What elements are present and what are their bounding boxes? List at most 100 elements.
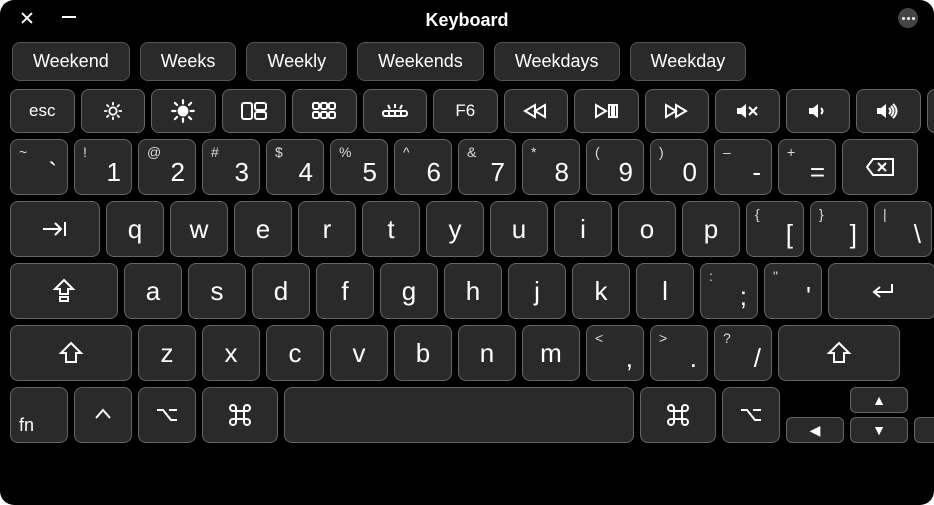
- j-key[interactable]: j: [508, 263, 566, 319]
- backspace-key[interactable]: [842, 139, 918, 195]
- caps-lock-key[interactable]: [10, 263, 118, 319]
- quote-key[interactable]: "': [764, 263, 822, 319]
- v-key[interactable]: v: [330, 325, 388, 381]
- left-shift-key[interactable]: [10, 325, 132, 381]
- fast-forward-key[interactable]: [645, 89, 710, 133]
- suggestion-item[interactable]: Weekends: [357, 42, 484, 81]
- launchpad-icon: [312, 102, 336, 120]
- x-key[interactable]: x: [202, 325, 260, 381]
- slash-key[interactable]: ?/: [714, 325, 772, 381]
- 5-key[interactable]: %5: [330, 139, 388, 195]
- mute-key[interactable]: [715, 89, 780, 133]
- right-bracket-key[interactable]: }]: [810, 201, 868, 257]
- n-key[interactable]: n: [458, 325, 516, 381]
- comma-key[interactable]: <,: [586, 325, 644, 381]
- tab-icon: [41, 220, 69, 238]
- left-bracket-key[interactable]: {[: [746, 201, 804, 257]
- b-key[interactable]: b: [394, 325, 452, 381]
- minimize-button[interactable]: [62, 16, 76, 18]
- minus-key[interactable]: –-: [714, 139, 772, 195]
- semicolon-key[interactable]: :;: [700, 263, 758, 319]
- list-key[interactable]: [927, 89, 934, 133]
- mission-control-key[interactable]: [222, 89, 287, 133]
- arrow-down-key[interactable]: ▼: [850, 417, 908, 443]
- w-key[interactable]: w: [170, 201, 228, 257]
- fn-key[interactable]: fn: [10, 387, 68, 443]
- return-key[interactable]: [828, 263, 934, 319]
- key-label: ]: [850, 219, 857, 250]
- launchpad-key[interactable]: [292, 89, 357, 133]
- suggestion-item[interactable]: Weekdays: [494, 42, 620, 81]
- s-key[interactable]: s: [188, 263, 246, 319]
- r-key[interactable]: r: [298, 201, 356, 257]
- key-shift-label: }: [819, 206, 824, 222]
- left-command-key[interactable]: [202, 387, 278, 443]
- right-option-key[interactable]: [722, 387, 780, 443]
- l-key[interactable]: l: [636, 263, 694, 319]
- backtick-key[interactable]: ~`: [10, 139, 68, 195]
- return-icon: [868, 280, 896, 302]
- control-key[interactable]: [74, 387, 132, 443]
- d-key[interactable]: d: [252, 263, 310, 319]
- 7-key[interactable]: &7: [458, 139, 516, 195]
- e-key[interactable]: e: [234, 201, 292, 257]
- backslash-key[interactable]: |\: [874, 201, 932, 257]
- a-key[interactable]: a: [124, 263, 182, 319]
- brightness-down-key[interactable]: [81, 89, 146, 133]
- volume-down-key[interactable]: [786, 89, 851, 133]
- 8-key[interactable]: *8: [522, 139, 580, 195]
- esc-key[interactable]: esc: [10, 89, 75, 133]
- 0-key[interactable]: )0: [650, 139, 708, 195]
- right-shift-key[interactable]: [778, 325, 900, 381]
- i-key[interactable]: i: [554, 201, 612, 257]
- 2-key[interactable]: @2: [138, 139, 196, 195]
- volume-down-icon: [807, 102, 829, 120]
- option-key[interactable]: [138, 387, 196, 443]
- 4-key[interactable]: $4: [266, 139, 324, 195]
- suggestion-item[interactable]: Weekly: [246, 42, 347, 81]
- play-pause-key[interactable]: [574, 89, 639, 133]
- suggestion-item[interactable]: Weekday: [630, 42, 747, 81]
- key-label: i: [580, 214, 586, 245]
- keyboard-backlight-key[interactable]: [363, 89, 428, 133]
- 3-key[interactable]: #3: [202, 139, 260, 195]
- rewind-key[interactable]: [504, 89, 569, 133]
- close-button[interactable]: [18, 10, 36, 28]
- equals-key[interactable]: +=: [778, 139, 836, 195]
- y-key[interactable]: y: [426, 201, 484, 257]
- more-options-button[interactable]: [898, 8, 918, 28]
- key-label: 4: [299, 157, 313, 188]
- o-key[interactable]: o: [618, 201, 676, 257]
- t-key[interactable]: t: [362, 201, 420, 257]
- z-key[interactable]: z: [138, 325, 196, 381]
- 9-key[interactable]: (9: [586, 139, 644, 195]
- p-key[interactable]: p: [682, 201, 740, 257]
- volume-up-key[interactable]: [856, 89, 921, 133]
- key-label: /: [754, 343, 761, 374]
- g-key[interactable]: g: [380, 263, 438, 319]
- 1-key[interactable]: !1: [74, 139, 132, 195]
- arrow-up-key[interactable]: ▲: [850, 387, 908, 413]
- h-key[interactable]: h: [444, 263, 502, 319]
- brightness-up-key[interactable]: [151, 89, 216, 133]
- key-label: ;: [740, 281, 747, 312]
- m-key[interactable]: m: [522, 325, 580, 381]
- arrow-left-key[interactable]: ◀: [786, 417, 844, 443]
- suggestion-item[interactable]: Weekend: [12, 42, 130, 81]
- 6-key[interactable]: ^6: [394, 139, 452, 195]
- tab-key[interactable]: [10, 201, 100, 257]
- suggestion-item[interactable]: Weeks: [140, 42, 237, 81]
- space-key[interactable]: [284, 387, 634, 443]
- key-label: k: [595, 276, 608, 307]
- q-key[interactable]: q: [106, 201, 164, 257]
- right-command-key[interactable]: [640, 387, 716, 443]
- f6-key[interactable]: F6: [433, 89, 498, 133]
- option-icon: [155, 407, 179, 423]
- k-key[interactable]: k: [572, 263, 630, 319]
- c-key[interactable]: c: [266, 325, 324, 381]
- period-key[interactable]: >.: [650, 325, 708, 381]
- u-key[interactable]: u: [490, 201, 548, 257]
- f-key[interactable]: f: [316, 263, 374, 319]
- arrow-right-key[interactable]: ▶: [914, 417, 934, 443]
- key-shift-label: ": [773, 268, 778, 284]
